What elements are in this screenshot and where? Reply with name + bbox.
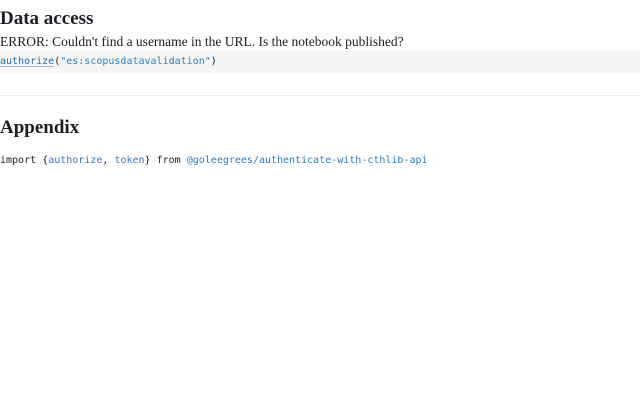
section-title-data-access: Data access bbox=[0, 8, 94, 29]
import-separator: , bbox=[102, 155, 115, 166]
error-message: ERROR: Couldn't find a username in the U… bbox=[0, 34, 404, 49]
code-line: authorize("es:scopusdatavalidation") bbox=[0, 55, 217, 69]
import-name-token[interactable]: token bbox=[114, 155, 144, 166]
code-cell-authorize[interactable]: authorize("es:scopusdatavalidation") bbox=[0, 51, 640, 73]
close-brace: } bbox=[144, 155, 151, 166]
module-link[interactable]: @goleegrees/authenticate-with-cthlib-api bbox=[187, 155, 428, 166]
from-keyword: from bbox=[156, 155, 181, 166]
section-divider bbox=[0, 95, 640, 96]
close-paren: ) bbox=[210, 56, 217, 67]
authorize-function-link[interactable]: authorize bbox=[0, 56, 54, 67]
import-statement[interactable]: import {authorize, token} from @goleegre… bbox=[0, 154, 428, 168]
import-name-authorize[interactable]: authorize bbox=[48, 155, 102, 166]
section-title-appendix: Appendix bbox=[0, 117, 80, 138]
import-keyword: import bbox=[0, 155, 37, 166]
scope-string-literal: "es:scopusdatavalidation" bbox=[60, 56, 211, 67]
